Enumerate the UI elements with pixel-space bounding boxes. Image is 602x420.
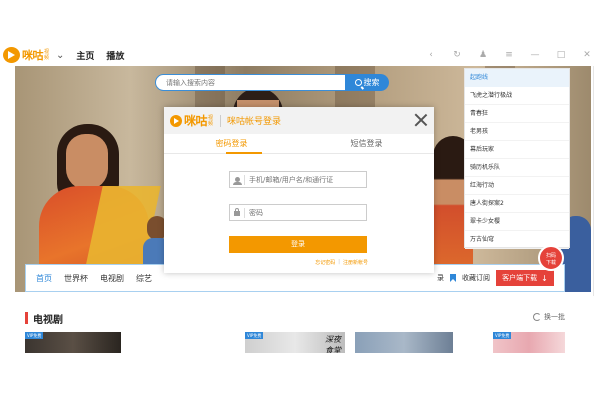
nav-play[interactable]: 播放 [106, 49, 124, 62]
forgot-password-link[interactable]: 忘记密码 [315, 259, 335, 266]
link-divider: | [338, 259, 340, 265]
bookmark-icon [450, 274, 456, 282]
minimize-icon[interactable]: — [528, 48, 542, 62]
scrollbar-track[interactable] [593, 66, 594, 296]
refresh-batch-button[interactable]: 换一批 [533, 312, 565, 322]
search-bar: 搜索 [155, 74, 389, 91]
menu-icon[interactable]: ≡ [502, 48, 516, 62]
vip-badge: VIP免费 [493, 332, 512, 339]
tab-world-cup[interactable]: 世界杯 [64, 273, 88, 284]
list-item[interactable]: 青春狂 [465, 105, 569, 123]
logo-subtext: 视频 [44, 49, 50, 61]
modal-header: 咪咕 视频 咪咕帐号登录 [164, 107, 434, 134]
logo-text: 咪咕 [22, 49, 44, 62]
record-link[interactable]: 录 [437, 273, 444, 283]
rank-list: 起跑线 飞虎之潜行极战 青春狂 老男孩 幕后玩家 骑历机乐队 红海行动 唐人街探… [464, 68, 570, 249]
rank-list-head[interactable]: 起跑线 [465, 69, 569, 87]
register-link[interactable]: 注册新帐号 [343, 259, 368, 266]
lock-icon [234, 208, 240, 216]
login-button[interactable]: 登录 [229, 236, 367, 253]
list-item[interactable]: 飞虎之潜行极战 [465, 87, 569, 105]
section-title: 电视剧 [33, 314, 63, 326]
video-thumbnail[interactable] [355, 332, 453, 353]
active-tab-indicator [226, 152, 262, 154]
tab-home[interactable]: 首页 [36, 273, 52, 284]
thumbnail-title: 深夜食堂 [325, 335, 341, 353]
search-button-label: 搜索 [363, 78, 380, 87]
title-bar: 咪咕 视频 ⌄ 主页 播放 ‹ ↻ ♟ ≡ — □ ✕ [0, 44, 602, 66]
search-button[interactable]: 搜索 [345, 74, 389, 91]
list-item[interactable]: 老男孩 [465, 123, 569, 141]
account-links: 忘记密码 | 注册新帐号 [315, 259, 368, 266]
qr-download-line2: 下载 [545, 260, 556, 266]
username-field [229, 171, 367, 188]
back-icon[interactable]: ‹ [424, 48, 438, 62]
download-icon: ↓ [541, 273, 548, 283]
category-bar-actions: 录 收藏订阅 客户端下载 ↓ [437, 270, 554, 286]
section-header: 电视剧 换一批 [25, 310, 565, 326]
refresh-icon [533, 313, 541, 321]
video-thumbnail-overlay [25, 332, 121, 353]
refresh-icon[interactable]: ↻ [450, 48, 464, 62]
modal-logo-subtext: 视频 [208, 114, 214, 127]
tab-variety[interactable]: 综艺 [136, 273, 152, 284]
client-download-label: 客户端下载 [502, 274, 538, 282]
nav-home[interactable]: 主页 [76, 49, 94, 62]
qr-download-bubble[interactable]: 扫码 下载 [538, 245, 564, 271]
list-item[interactable]: 骑历机乐队 [465, 159, 569, 177]
list-item[interactable]: 幕后玩家 [465, 141, 569, 159]
client-download-button[interactable]: 客户端下载 ↓ [496, 270, 554, 286]
close-icon[interactable] [414, 113, 428, 127]
password-field [229, 204, 367, 221]
app-window: 咪咕 视频 ⌄ 主页 播放 ‹ ↻ ♟ ≡ — □ ✕ 请输入搜索内容 搜索 起… [0, 0, 602, 420]
user-icon [232, 177, 242, 185]
qr-download-line1: 扫码 [545, 253, 556, 259]
tab-tv-series[interactable]: 电视剧 [100, 273, 124, 284]
favorite-subscribe-link[interactable]: 收藏订阅 [462, 273, 490, 283]
password-input[interactable] [245, 208, 366, 217]
vip-badge: VIP免费 [245, 332, 264, 339]
close-icon[interactable]: ✕ [580, 48, 594, 62]
username-input[interactable] [245, 175, 366, 184]
maximize-icon[interactable]: □ [554, 48, 568, 62]
modal-logo-text: 咪咕 [184, 114, 208, 128]
video-thumbnail[interactable]: VIP免费 [493, 332, 565, 353]
chevron-down-icon[interactable]: ⌄ [56, 50, 64, 61]
refresh-label: 换一批 [544, 313, 565, 321]
list-item[interactable]: 红海行动 [465, 177, 569, 195]
section-marker [25, 312, 28, 324]
tab-password-login[interactable]: 密码登录 [164, 134, 299, 153]
list-item[interactable]: 唐人街探案2 [465, 195, 569, 213]
login-modal: 咪咕 视频 咪咕帐号登录 密码登录 短信登录 登录 忘记密码 | 注册新帐号 [164, 107, 434, 273]
video-thumbnail[interactable]: VIP免费 深夜食堂 [245, 332, 345, 353]
tab-sms-login[interactable]: 短信登录 [299, 134, 434, 153]
login-tabs: 密码登录 短信登录 [164, 134, 434, 154]
user-icon[interactable]: ♟ [476, 48, 490, 62]
migu-logo-icon [170, 114, 182, 127]
thumbnail-row: VIP免费 VIP免费 深夜食堂 VIP免费 [25, 332, 565, 353]
app-logo[interactable]: 咪咕 视频 [3, 46, 52, 64]
search-input[interactable] [155, 74, 345, 91]
search-icon [354, 79, 362, 86]
list-item[interactable]: 翠卡少女樱 [465, 213, 569, 231]
window-controls: ‹ ↻ ♟ ≡ — □ ✕ [424, 48, 594, 62]
modal-title: 咪咕帐号登录 [227, 117, 282, 127]
migu-logo-icon [3, 47, 20, 63]
modal-header-divider [220, 114, 222, 127]
